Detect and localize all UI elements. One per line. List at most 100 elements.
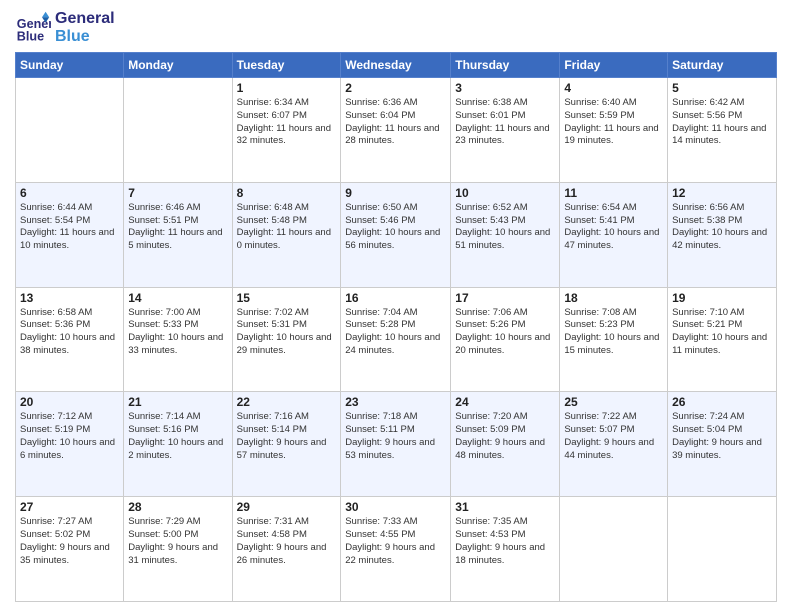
day-cell: 17Sunrise: 7:06 AM Sunset: 5:26 PM Dayli… xyxy=(451,287,560,392)
day-cell: 11 Sunrise: 6:54 AM Sunset: 5:41 PM Dayli… xyxy=(560,182,668,287)
day-number: 2 xyxy=(345,81,446,95)
day-info: Sunrise: 6:52 AM Sunset: 5:43 PM Dayligh… xyxy=(455,202,555,253)
day-cell: 18Sunrise: 7:08 AM Sunset: 5:23 PM Dayli… xyxy=(560,287,668,392)
day-number: 1 xyxy=(237,81,337,95)
day-cell: 29Sunrise: 7:31 AM Sunset: 4:58 PM Dayli… xyxy=(232,497,341,602)
day-cell: 27 Sunrise: 7:27 AM Sunset: 5:02 PM Dayli… xyxy=(16,497,124,602)
day-info: Sunrise: 6:54 AM Sunset: 5:41 PM Dayligh… xyxy=(564,202,663,253)
day-cell: 21Sunrise: 7:14 AM Sunset: 5:16 PM Dayli… xyxy=(124,392,232,497)
column-header-friday: Friday xyxy=(560,53,668,78)
column-header-wednesday: Wednesday xyxy=(341,53,451,78)
column-header-monday: Monday xyxy=(124,53,232,78)
day-info: Sunrise: 7:24 AM Sunset: 5:04 PM Dayligh… xyxy=(672,411,772,462)
day-cell: 31 Sunrise: 7:35 AM Sunset: 4:53 PM Dayli… xyxy=(451,497,560,602)
day-number: 7 xyxy=(128,186,227,200)
day-cell xyxy=(16,78,124,183)
day-info: Sunrise: 7:18 AM Sunset: 5:11 PM Dayligh… xyxy=(345,411,446,462)
day-cell: 3Sunrise: 6:38 AM Sunset: 6:01 PM Daylig… xyxy=(451,78,560,183)
logo: General Blue General Blue xyxy=(15,10,115,46)
day-cell: 1 Sunrise: 6:34 AM Sunset: 6:07 PM Daylig… xyxy=(232,78,341,183)
day-number: 12 xyxy=(672,186,772,200)
day-info: Sunrise: 7:27 AM Sunset: 5:02 PM Dayligh… xyxy=(20,516,119,567)
day-cell: 19Sunrise: 7:10 AM Sunset: 5:21 PM Dayli… xyxy=(668,287,777,392)
column-header-saturday: Saturday xyxy=(668,53,777,78)
week-row-3: 13Sunrise: 6:58 AM Sunset: 5:36 PM Dayli… xyxy=(16,287,777,392)
day-cell xyxy=(668,497,777,602)
svg-text:Blue: Blue xyxy=(17,30,44,44)
day-number: 19 xyxy=(672,291,772,305)
day-cell: 24 Sunrise: 7:20 AM Sunset: 5:09 PM Dayli… xyxy=(451,392,560,497)
day-info: Sunrise: 7:20 AM Sunset: 5:09 PM Dayligh… xyxy=(455,411,555,462)
day-number: 10 xyxy=(455,186,555,200)
day-cell: 26 Sunrise: 7:24 AM Sunset: 5:04 PM Dayli… xyxy=(668,392,777,497)
day-info: Sunrise: 7:14 AM Sunset: 5:16 PM Dayligh… xyxy=(128,411,227,462)
day-number: 23 xyxy=(345,395,446,409)
day-number: 31 xyxy=(455,500,555,514)
day-info: Sunrise: 6:50 AM Sunset: 5:46 PM Dayligh… xyxy=(345,202,446,253)
day-number: 14 xyxy=(128,291,227,305)
day-info: Sunrise: 7:22 AM Sunset: 5:07 PM Dayligh… xyxy=(564,411,663,462)
column-header-tuesday: Tuesday xyxy=(232,53,341,78)
day-cell: 9Sunrise: 6:50 AM Sunset: 5:46 PM Daylig… xyxy=(341,182,451,287)
day-cell: 23 Sunrise: 7:18 AM Sunset: 5:11 PM Dayli… xyxy=(341,392,451,497)
day-cell: 14 Sunrise: 7:00 AM Sunset: 5:33 PM Dayli… xyxy=(124,287,232,392)
day-cell: 12Sunrise: 6:56 AM Sunset: 5:38 PM Dayli… xyxy=(668,182,777,287)
day-cell xyxy=(560,497,668,602)
day-number: 22 xyxy=(237,395,337,409)
day-number: 17 xyxy=(455,291,555,305)
header: General Blue General Blue xyxy=(15,10,777,46)
day-number: 8 xyxy=(237,186,337,200)
day-cell: 5Sunrise: 6:42 AM Sunset: 5:56 PM Daylig… xyxy=(668,78,777,183)
day-cell xyxy=(124,78,232,183)
day-info: Sunrise: 7:33 AM Sunset: 4:55 PM Dayligh… xyxy=(345,516,446,567)
day-info: Sunrise: 7:16 AM Sunset: 5:14 PM Dayligh… xyxy=(237,411,337,462)
day-cell: 20 Sunrise: 7:12 AM Sunset: 5:19 PM Dayli… xyxy=(16,392,124,497)
week-row-5: 27 Sunrise: 7:27 AM Sunset: 5:02 PM Dayli… xyxy=(16,497,777,602)
day-cell: 16 Sunrise: 7:04 AM Sunset: 5:28 PM Dayli… xyxy=(341,287,451,392)
day-number: 29 xyxy=(237,500,337,514)
day-number: 27 xyxy=(20,500,119,514)
day-number: 25 xyxy=(564,395,663,409)
logo-text-blue: Blue xyxy=(55,28,115,46)
day-info: Sunrise: 6:48 AM Sunset: 5:48 PM Dayligh… xyxy=(237,202,337,253)
day-info: Sunrise: 6:36 AM Sunset: 6:04 PM Dayligh… xyxy=(345,97,446,148)
day-number: 20 xyxy=(20,395,119,409)
day-number: 6 xyxy=(20,186,119,200)
day-info: Sunrise: 6:42 AM Sunset: 5:56 PM Dayligh… xyxy=(672,97,772,148)
day-number: 28 xyxy=(128,500,227,514)
week-row-4: 20 Sunrise: 7:12 AM Sunset: 5:19 PM Dayli… xyxy=(16,392,777,497)
day-number: 26 xyxy=(672,395,772,409)
week-row-2: 6 Sunrise: 6:44 AM Sunset: 5:54 PM Daylig… xyxy=(16,182,777,287)
day-number: 24 xyxy=(455,395,555,409)
day-number: 11 xyxy=(564,186,663,200)
day-info: Sunrise: 6:38 AM Sunset: 6:01 PM Dayligh… xyxy=(455,97,555,148)
day-cell: 10 Sunrise: 6:52 AM Sunset: 5:43 PM Dayli… xyxy=(451,182,560,287)
day-info: Sunrise: 6:58 AM Sunset: 5:36 PM Dayligh… xyxy=(20,307,119,358)
day-cell: 6 Sunrise: 6:44 AM Sunset: 5:54 PM Daylig… xyxy=(16,182,124,287)
day-info: Sunrise: 6:46 AM Sunset: 5:51 PM Dayligh… xyxy=(128,202,227,253)
logo-text-general: General xyxy=(55,10,115,28)
day-info: Sunrise: 6:34 AM Sunset: 6:07 PM Dayligh… xyxy=(237,97,337,148)
day-number: 15 xyxy=(237,291,337,305)
calendar-header-row: SundayMondayTuesdayWednesdayThursdayFrid… xyxy=(16,53,777,78)
day-cell: 4 Sunrise: 6:40 AM Sunset: 5:59 PM Daylig… xyxy=(560,78,668,183)
day-cell: 25 Sunrise: 7:22 AM Sunset: 5:07 PM Dayli… xyxy=(560,392,668,497)
day-cell: 2 Sunrise: 6:36 AM Sunset: 6:04 PM Daylig… xyxy=(341,78,451,183)
page: General Blue General Blue SundayMondayTu… xyxy=(0,0,792,612)
day-info: Sunrise: 7:02 AM Sunset: 5:31 PM Dayligh… xyxy=(237,307,337,358)
day-number: 16 xyxy=(345,291,446,305)
calendar-table: SundayMondayTuesdayWednesdayThursdayFrid… xyxy=(15,52,777,602)
day-info: Sunrise: 7:29 AM Sunset: 5:00 PM Dayligh… xyxy=(128,516,227,567)
day-info: Sunrise: 7:00 AM Sunset: 5:33 PM Dayligh… xyxy=(128,307,227,358)
day-cell: 22 Sunrise: 7:16 AM Sunset: 5:14 PM Dayli… xyxy=(232,392,341,497)
day-info: Sunrise: 7:04 AM Sunset: 5:28 PM Dayligh… xyxy=(345,307,446,358)
day-cell: 30Sunrise: 7:33 AM Sunset: 4:55 PM Dayli… xyxy=(341,497,451,602)
day-info: Sunrise: 6:44 AM Sunset: 5:54 PM Dayligh… xyxy=(20,202,119,253)
day-info: Sunrise: 6:40 AM Sunset: 5:59 PM Dayligh… xyxy=(564,97,663,148)
day-info: Sunrise: 7:12 AM Sunset: 5:19 PM Dayligh… xyxy=(20,411,119,462)
day-number: 4 xyxy=(564,81,663,95)
day-cell: 8 Sunrise: 6:48 AM Sunset: 5:48 PM Daylig… xyxy=(232,182,341,287)
day-info: Sunrise: 7:35 AM Sunset: 4:53 PM Dayligh… xyxy=(455,516,555,567)
week-row-1: 1 Sunrise: 6:34 AM Sunset: 6:07 PM Daylig… xyxy=(16,78,777,183)
column-header-sunday: Sunday xyxy=(16,53,124,78)
